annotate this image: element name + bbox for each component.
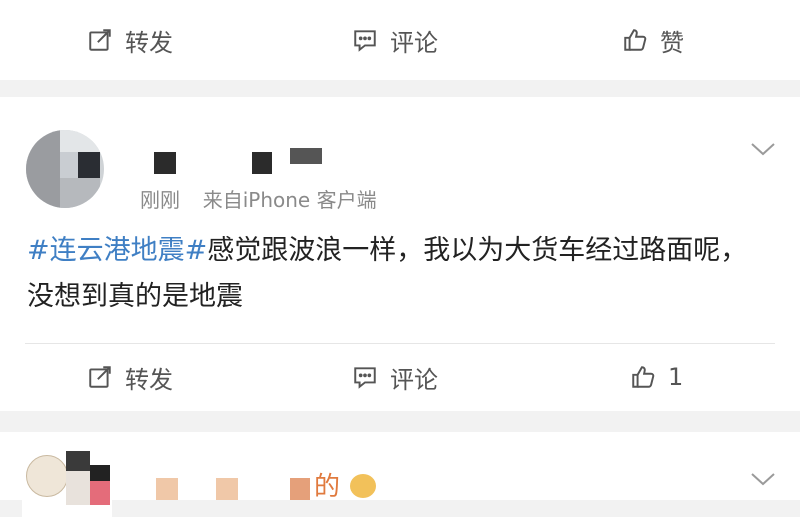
username-redacted[interactable] xyxy=(252,152,272,174)
avatar-pixel xyxy=(26,130,60,208)
post-meta: 刚刚 来自iPhone 客户端 xyxy=(140,184,377,213)
comment-button[interactable]: 评论 xyxy=(352,337,438,417)
username-redacted[interactable] xyxy=(154,152,176,174)
previous-post-action-bar: 转发 评论 赞 xyxy=(0,0,800,80)
comment-label: 评论 xyxy=(390,28,438,57)
avatar-pixel xyxy=(90,465,110,481)
thumbs-up-icon xyxy=(624,29,647,51)
like-button[interactable]: 1 xyxy=(630,337,683,417)
repost-label: 转发 xyxy=(125,28,173,57)
chevron-down-icon[interactable] xyxy=(750,140,776,158)
avatar-pixel xyxy=(90,481,110,505)
avatar-pixel xyxy=(60,130,104,152)
post-time: 刚刚 xyxy=(140,188,180,212)
avatar-pixel xyxy=(78,152,100,178)
thumbs-up-icon xyxy=(632,366,655,388)
repost-button[interactable]: 转发 xyxy=(87,0,173,80)
comment-icon xyxy=(354,367,376,389)
user-avatar[interactable] xyxy=(26,130,104,208)
avatar-pixel xyxy=(26,455,68,497)
comment-icon xyxy=(354,30,376,52)
post-body: #连云港地震#感觉跟波浪一样，我以为大货车经过路面呢，没想到真的是地震 xyxy=(27,228,772,320)
repost-button[interactable]: 转发 xyxy=(87,337,173,417)
repost-label: 转发 xyxy=(125,365,173,394)
avatar-pixel xyxy=(66,451,90,471)
post-source[interactable]: 来自iPhone 客户端 xyxy=(203,188,377,212)
vip-badge-icon xyxy=(350,474,376,498)
username-redacted[interactable] xyxy=(156,478,178,500)
comment-label: 评论 xyxy=(390,365,438,394)
like-label: 赞 xyxy=(660,28,684,57)
comment-button[interactable]: 评论 xyxy=(352,0,438,80)
like-count: 1 xyxy=(668,363,684,391)
chevron-down-icon[interactable] xyxy=(750,470,776,488)
avatar-pixel xyxy=(60,152,78,178)
username-redacted[interactable] xyxy=(290,478,310,500)
avatar-pixel xyxy=(60,178,100,208)
repost-icon xyxy=(89,29,111,51)
username-redacted[interactable] xyxy=(216,478,238,500)
next-post-card xyxy=(0,432,800,500)
username-redacted[interactable] xyxy=(290,148,322,164)
like-button[interactable]: 赞 xyxy=(622,0,684,80)
post-action-bar: 转发 评论 1 xyxy=(0,337,800,417)
next-user-avatar[interactable] xyxy=(22,447,112,517)
previous-post-card: 转发 评论 赞 xyxy=(0,0,800,80)
repost-icon xyxy=(89,366,111,388)
next-username-suffix: 的 xyxy=(314,472,341,502)
hashtag-link[interactable]: #连云港地震# xyxy=(27,235,207,266)
